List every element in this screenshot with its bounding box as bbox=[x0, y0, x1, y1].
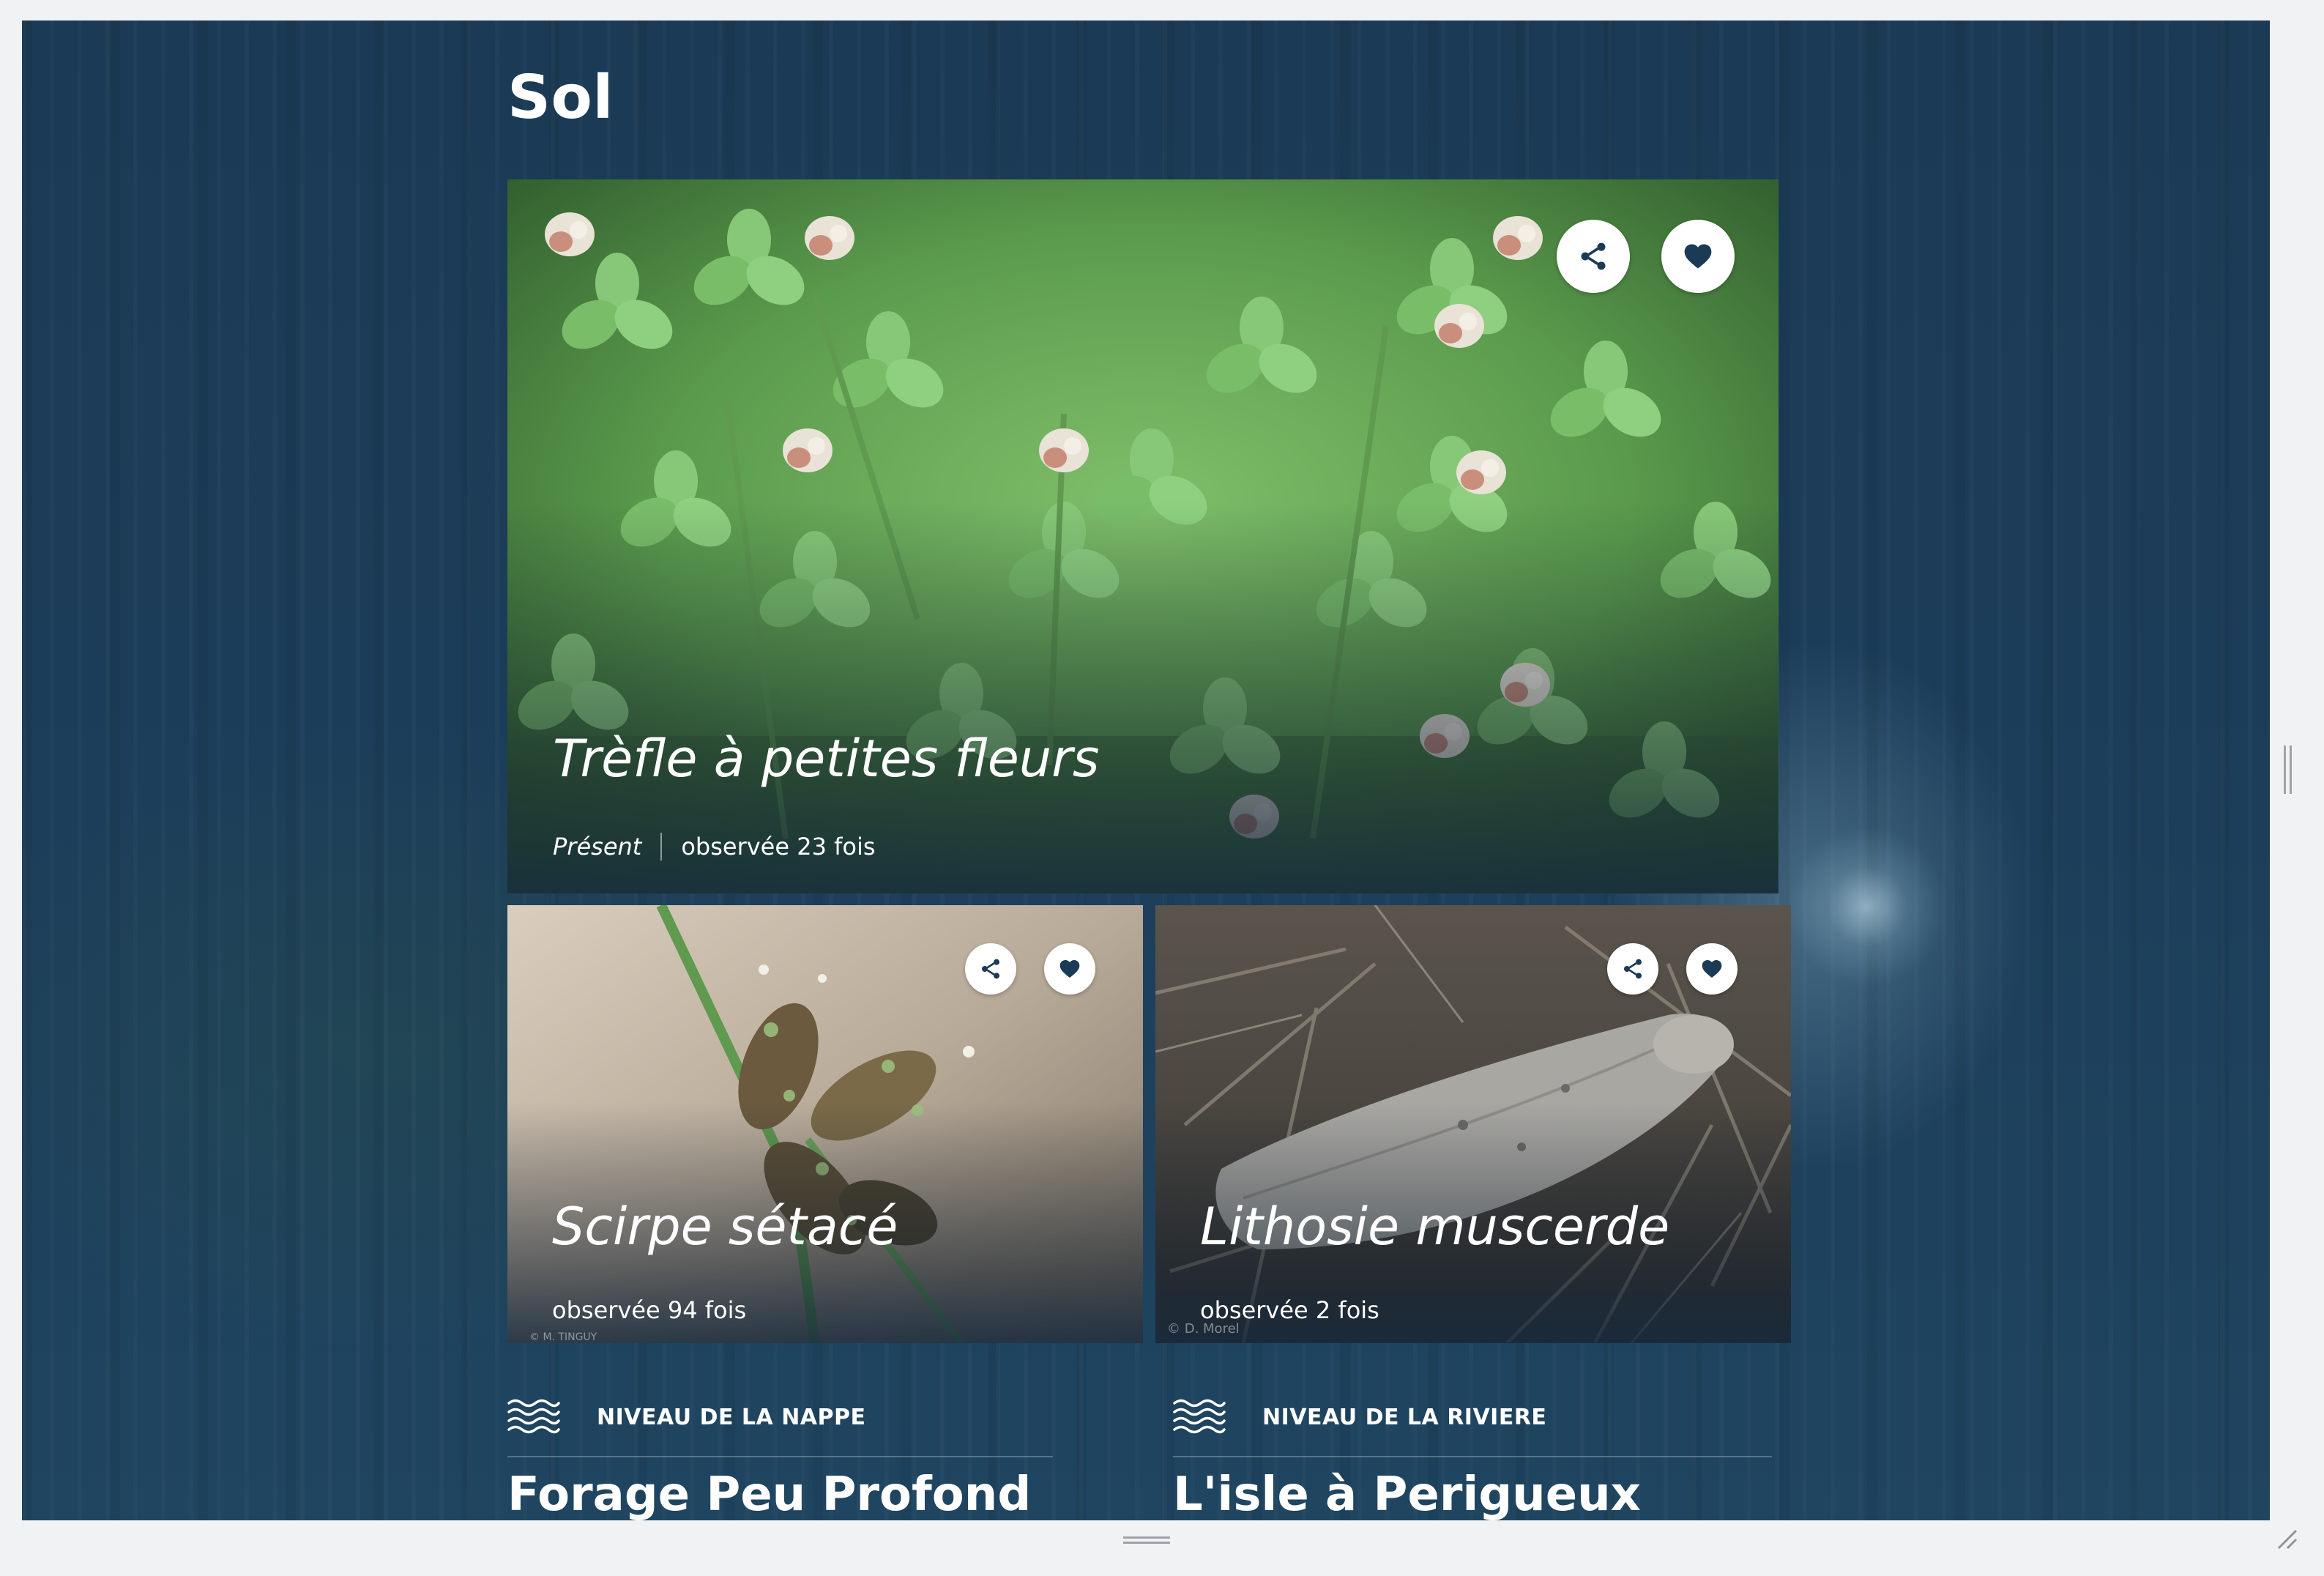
app-viewport: Sol Trèfle à petites fleurs Présent obse… bbox=[22, 21, 2270, 1520]
heart-icon bbox=[1059, 960, 1080, 978]
corner-resize-grip[interactable] bbox=[2276, 1528, 2298, 1550]
observation-count: observée 94 fois bbox=[552, 1296, 747, 1324]
species-meta: Présent observée 23 fois bbox=[553, 833, 876, 861]
section-river[interactable]: NIVEAU DE LA RIVIERE L'isle à Perigueux bbox=[1173, 1397, 1772, 1520]
section-title[interactable]: Forage Peu Profond bbox=[507, 1468, 1053, 1520]
section-title[interactable]: L'isle à Perigueux bbox=[1173, 1468, 1772, 1520]
species-name[interactable]: Trèfle à petites fleurs bbox=[553, 729, 1099, 789]
species-name[interactable]: Lithosie muscerde bbox=[1200, 1197, 1669, 1257]
section-label: NIVEAU DE LA RIVIERE bbox=[1262, 1404, 1547, 1430]
vertical-resize-handle[interactable] bbox=[2283, 746, 2293, 794]
water-waves-icon bbox=[1173, 1399, 1226, 1434]
share-button[interactable] bbox=[1607, 943, 1658, 995]
photo-credit: © D. Morel bbox=[1167, 1321, 1240, 1337]
section-header: NIVEAU DE LA NAPPE bbox=[507, 1397, 1053, 1437]
photo-credit: © M. TINGUY bbox=[529, 1331, 597, 1343]
section-label: NIVEAU DE LA NAPPE bbox=[597, 1404, 866, 1430]
heart-icon bbox=[1702, 960, 1722, 978]
share-icon bbox=[982, 959, 999, 979]
favorite-button[interactable] bbox=[1661, 220, 1735, 293]
section-divider bbox=[1173, 1456, 1772, 1457]
share-icon bbox=[1581, 242, 1606, 270]
water-waves-icon bbox=[507, 1399, 560, 1434]
heart-icon bbox=[1684, 244, 1712, 269]
section-divider bbox=[507, 1456, 1053, 1457]
page-title: Sol bbox=[507, 63, 614, 133]
share-icon bbox=[1624, 959, 1642, 979]
section-header: NIVEAU DE LA RIVIERE bbox=[1173, 1397, 1772, 1437]
species-card-featured[interactable]: Trèfle à petites fleurs Présent observée… bbox=[507, 179, 1779, 893]
horizontal-resize-handle[interactable] bbox=[1123, 1535, 1170, 1545]
favorite-button[interactable] bbox=[1686, 943, 1738, 995]
species-name[interactable]: Scirpe sétacé bbox=[552, 1197, 898, 1257]
share-button[interactable] bbox=[965, 943, 1016, 995]
share-button[interactable] bbox=[1557, 220, 1630, 293]
observation-count: observée 2 fois bbox=[1200, 1296, 1379, 1324]
meta-divider bbox=[660, 833, 663, 861]
section-groundwater[interactable]: NIVEAU DE LA NAPPE Forage Peu Profond bbox=[507, 1397, 1053, 1520]
species-card[interactable]: Lithosie muscerde observée 2 fois © D. M… bbox=[1155, 905, 1791, 1343]
presence-status: Présent bbox=[553, 833, 642, 861]
light-glow bbox=[1787, 826, 1948, 987]
species-card[interactable]: Scirpe sétacé observée 94 fois © M. TING… bbox=[507, 905, 1143, 1343]
observation-count: observée 23 fois bbox=[681, 833, 876, 861]
favorite-button[interactable] bbox=[1044, 943, 1095, 995]
